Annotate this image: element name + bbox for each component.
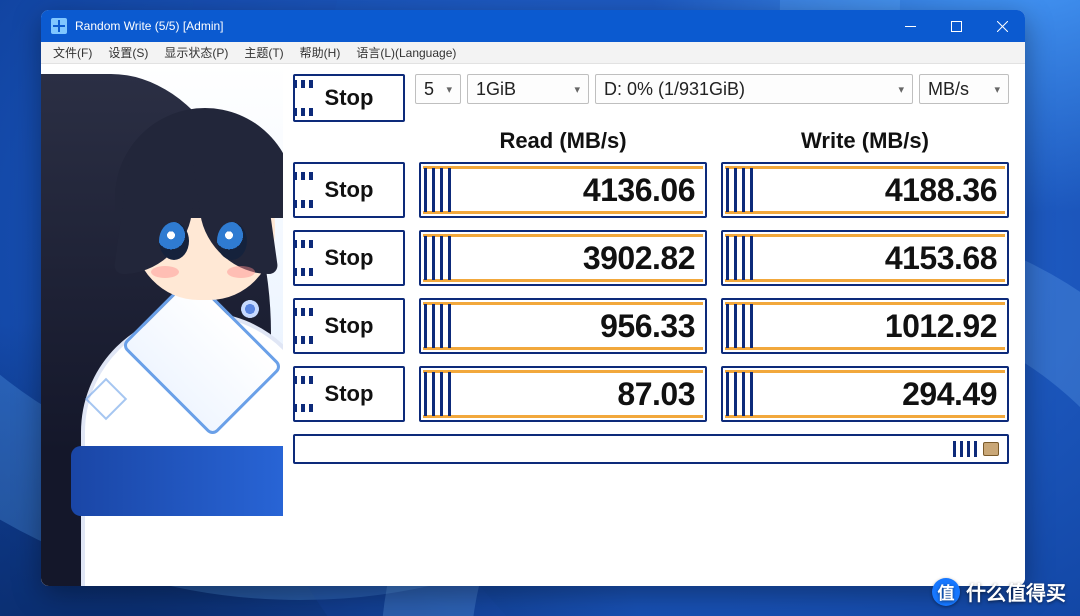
read-value: 4136.06 bbox=[421, 164, 695, 216]
chevron-down-icon: ▾ bbox=[446, 83, 452, 96]
column-header-write: Write (MB/s) bbox=[721, 128, 1009, 154]
write-value-cell: 1012.92 bbox=[721, 298, 1009, 354]
test-count-value: 5 bbox=[424, 79, 434, 100]
read-value: 87.03 bbox=[421, 368, 695, 420]
menu-file[interactable]: 文件(F) bbox=[45, 42, 100, 63]
benchmark-panel: Stop 5 ▾ 1GiB ▾ D: 0% (1/931GiB) ▾ bbox=[283, 64, 1025, 586]
write-value-cell: 294.49 bbox=[721, 366, 1009, 422]
drive-select[interactable]: D: 0% (1/931GiB) ▾ bbox=[595, 74, 913, 104]
test-row-button[interactable]: Stop bbox=[293, 162, 405, 218]
test-row-button[interactable]: Stop bbox=[293, 230, 405, 286]
read-value: 956.33 bbox=[421, 300, 695, 352]
unit-value: MB/s bbox=[928, 79, 969, 100]
drive-icon bbox=[983, 442, 999, 456]
menu-theme[interactable]: 主题(T) bbox=[236, 42, 291, 63]
test-count-select[interactable]: 5 ▾ bbox=[415, 74, 461, 104]
test-size-value: 1GiB bbox=[476, 79, 516, 100]
read-value-cell: 87.03 bbox=[419, 366, 707, 422]
read-value-cell: 4136.06 bbox=[419, 162, 707, 218]
write-value: 1012.92 bbox=[723, 300, 997, 352]
write-value: 4153.68 bbox=[723, 232, 997, 284]
desktop-wallpaper: Random Write (5/5) [Admin] 文件(F) 设置(S) 显… bbox=[0, 0, 1080, 616]
menu-settings[interactable]: 设置(S) bbox=[100, 42, 156, 63]
menubar: 文件(F) 设置(S) 显示状态(P) 主题(T) 帮助(H) 语言(L)(La… bbox=[41, 42, 1025, 64]
drive-value: D: 0% (1/931GiB) bbox=[604, 79, 745, 100]
window-title: Random Write (5/5) [Admin] bbox=[75, 19, 887, 33]
read-value-cell: 3902.82 bbox=[419, 230, 707, 286]
minimize-button[interactable] bbox=[887, 10, 933, 42]
write-value-cell: 4188.36 bbox=[721, 162, 1009, 218]
write-value-cell: 4153.68 bbox=[721, 230, 1009, 286]
result-row: Stop 4136.06 4188.36 bbox=[293, 162, 1009, 218]
test-row-button[interactable]: Stop bbox=[293, 366, 405, 422]
menu-status[interactable]: 显示状态(P) bbox=[156, 42, 236, 63]
read-value-cell: 956.33 bbox=[419, 298, 707, 354]
run-all-button[interactable]: Stop bbox=[293, 74, 405, 122]
close-button[interactable] bbox=[979, 10, 1025, 42]
test-row-button[interactable]: Stop bbox=[293, 298, 405, 354]
maximize-button[interactable] bbox=[933, 10, 979, 42]
column-header-read: Read (MB/s) bbox=[419, 128, 707, 154]
menu-help[interactable]: 帮助(H) bbox=[292, 42, 349, 63]
app-window: Random Write (5/5) [Admin] 文件(F) 设置(S) 显… bbox=[41, 10, 1025, 586]
chevron-down-icon: ▾ bbox=[994, 83, 1000, 96]
write-value: 294.49 bbox=[723, 368, 997, 420]
test-size-select[interactable]: 1GiB ▾ bbox=[467, 74, 589, 104]
titlebar[interactable]: Random Write (5/5) [Admin] bbox=[41, 10, 1025, 42]
status-bar bbox=[293, 434, 1009, 464]
result-row: Stop 956.33 1012.92 bbox=[293, 298, 1009, 354]
chevron-down-icon: ▾ bbox=[574, 83, 580, 96]
menu-language[interactable]: 语言(L)(Language) bbox=[348, 42, 464, 63]
theme-art-panel bbox=[41, 64, 283, 586]
chevron-down-icon: ▾ bbox=[898, 83, 904, 96]
result-row: Stop 3902.82 4153.68 bbox=[293, 230, 1009, 286]
write-value: 4188.36 bbox=[723, 164, 997, 216]
result-row: Stop 87.03 294.49 bbox=[293, 366, 1009, 422]
app-icon bbox=[51, 18, 67, 34]
unit-select[interactable]: MB/s ▾ bbox=[919, 74, 1009, 104]
read-value: 3902.82 bbox=[421, 232, 695, 284]
